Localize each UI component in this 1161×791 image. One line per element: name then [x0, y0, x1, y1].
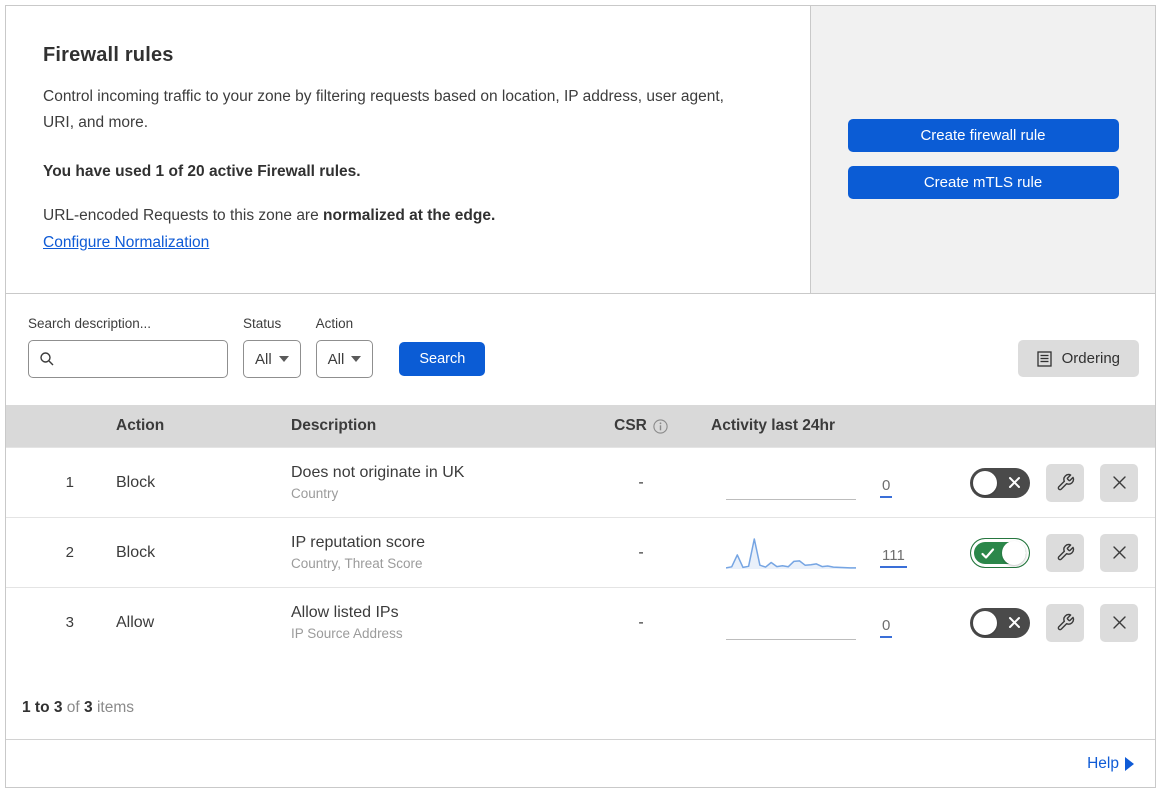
table-row: 2 Block IP reputation score Country, Thr… — [6, 517, 1155, 587]
table-row: 1 Block Does not originate in UK Country… — [6, 447, 1155, 517]
help-bar: Help — [6, 739, 1155, 787]
header-description-col: Description — [291, 417, 377, 434]
top-section: Firewall rules Control incoming traffic … — [6, 6, 1155, 293]
table-footer: 1 to 3 of 3 items — [6, 657, 1155, 739]
rule-description: Does not originate in UK — [291, 464, 465, 481]
header-csr-col: CSR — [586, 417, 696, 435]
rule-csr: - — [638, 613, 644, 631]
cta-panel: Create firewall rule Create mTLS rule — [811, 6, 1155, 293]
ordering-button[interactable]: Ordering — [1017, 340, 1139, 377]
create-firewall-rule-button[interactable]: Create firewall rule — [847, 118, 1119, 152]
normalization-bold: normalized at the edge. — [323, 207, 496, 224]
action-label: Action — [315, 316, 354, 331]
close-icon — [1112, 616, 1126, 629]
rule-description: IP reputation score — [291, 534, 426, 551]
table-header-row: Action Description CSR Activity last 24h… — [6, 405, 1155, 447]
sparkline-line — [726, 537, 856, 569]
toggle-knob — [1002, 540, 1026, 565]
search-button[interactable]: Search — [399, 342, 486, 376]
activity-flatline — [726, 606, 856, 640]
rule-csr: - — [638, 473, 644, 491]
action-value: All — [327, 350, 345, 368]
wrench-icon — [1057, 613, 1074, 631]
rule-action: Allow — [116, 613, 155, 631]
rule-enabled-toggle[interactable] — [970, 467, 1030, 498]
rule-enabled-toggle[interactable] — [970, 537, 1030, 568]
search-label: Search description... — [28, 316, 152, 331]
help-label: Help — [1087, 754, 1119, 772]
intro-card: Firewall rules Control incoming traffic … — [6, 6, 811, 293]
rule-fields: IP Source Address — [291, 626, 403, 641]
ordering-label: Ordering — [1061, 350, 1120, 367]
create-mtls-rule-button[interactable]: Create mTLS rule — [847, 165, 1119, 199]
toggle-knob — [973, 610, 997, 635]
list-document-icon — [1036, 350, 1052, 367]
delete-rule-button[interactable] — [1100, 603, 1138, 642]
chevron-down-icon — [278, 356, 289, 362]
info-icon[interactable] — [653, 418, 668, 434]
header-activity-col: Activity last 24hr — [711, 417, 836, 434]
edit-rule-button[interactable] — [1046, 603, 1084, 642]
csr-header-label: CSR — [614, 417, 647, 434]
rule-number: 1 — [65, 474, 74, 491]
items-count: 1 to 3 of 3 items — [22, 699, 135, 716]
rule-enabled-toggle[interactable] — [970, 607, 1030, 638]
edit-rule-button[interactable] — [1046, 533, 1084, 572]
firewall-rules-panel: Firewall rules Control incoming traffic … — [5, 5, 1156, 788]
rule-csr: - — [638, 543, 644, 561]
chevron-down-icon — [351, 356, 362, 362]
help-link[interactable]: Help — [1087, 755, 1134, 773]
delete-rule-button[interactable] — [1100, 463, 1138, 502]
filter-bar: Search description... Status All Action — [6, 294, 1155, 405]
toggle-x-icon — [1009, 476, 1020, 488]
wrench-icon — [1057, 543, 1074, 561]
status-label: Status — [243, 316, 282, 331]
delete-rule-button[interactable] — [1100, 533, 1138, 572]
page-title: Firewall rules — [43, 44, 174, 66]
usage-line: You have used 1 of 20 active Firewall ru… — [43, 163, 361, 180]
page-description: Control incoming traffic to your zone by… — [43, 88, 724, 131]
close-icon — [1112, 476, 1126, 489]
status-value: All — [255, 350, 272, 368]
header-action-col: Action — [116, 417, 165, 434]
toggle-x-icon — [1009, 616, 1020, 628]
wrench-icon — [1057, 473, 1074, 491]
rule-fields: Country — [291, 486, 339, 501]
close-icon — [1112, 546, 1126, 559]
activity-count-link[interactable]: 0 — [880, 477, 893, 498]
rule-fields: Country, Threat Score — [291, 556, 423, 571]
activity-count-link[interactable]: 111 — [880, 547, 907, 568]
main-section: Search description... Status All Action — [6, 293, 1155, 787]
search-box[interactable] — [28, 340, 228, 378]
table-row: 3 Allow Allow listed IPs IP Source Addre… — [6, 587, 1155, 657]
normalization-prefix: URL-encoded Requests to this zone are — [43, 207, 324, 224]
activity-flatline — [726, 466, 856, 500]
arrow-right-icon — [1125, 756, 1134, 771]
action-select[interactable]: All — [315, 340, 374, 378]
status-select[interactable]: All — [243, 340, 301, 378]
toggle-check-icon — [981, 547, 995, 559]
rule-number: 2 — [65, 544, 74, 561]
rule-description: Allow listed IPs — [291, 604, 399, 621]
configure-normalization-link[interactable]: Configure Normalization — [43, 234, 209, 252]
activity-sparkline — [726, 537, 856, 569]
toggle-knob — [973, 470, 997, 495]
search-icon — [40, 352, 54, 366]
rule-action: Block — [116, 473, 156, 491]
search-input[interactable] — [63, 351, 217, 367]
rule-action: Block — [116, 543, 156, 561]
edit-rule-button[interactable] — [1046, 463, 1084, 502]
activity-count-link[interactable]: 0 — [880, 617, 893, 638]
normalization-line: URL-encoded Requests to this zone are no… — [43, 207, 770, 225]
rule-number: 3 — [65, 614, 74, 631]
